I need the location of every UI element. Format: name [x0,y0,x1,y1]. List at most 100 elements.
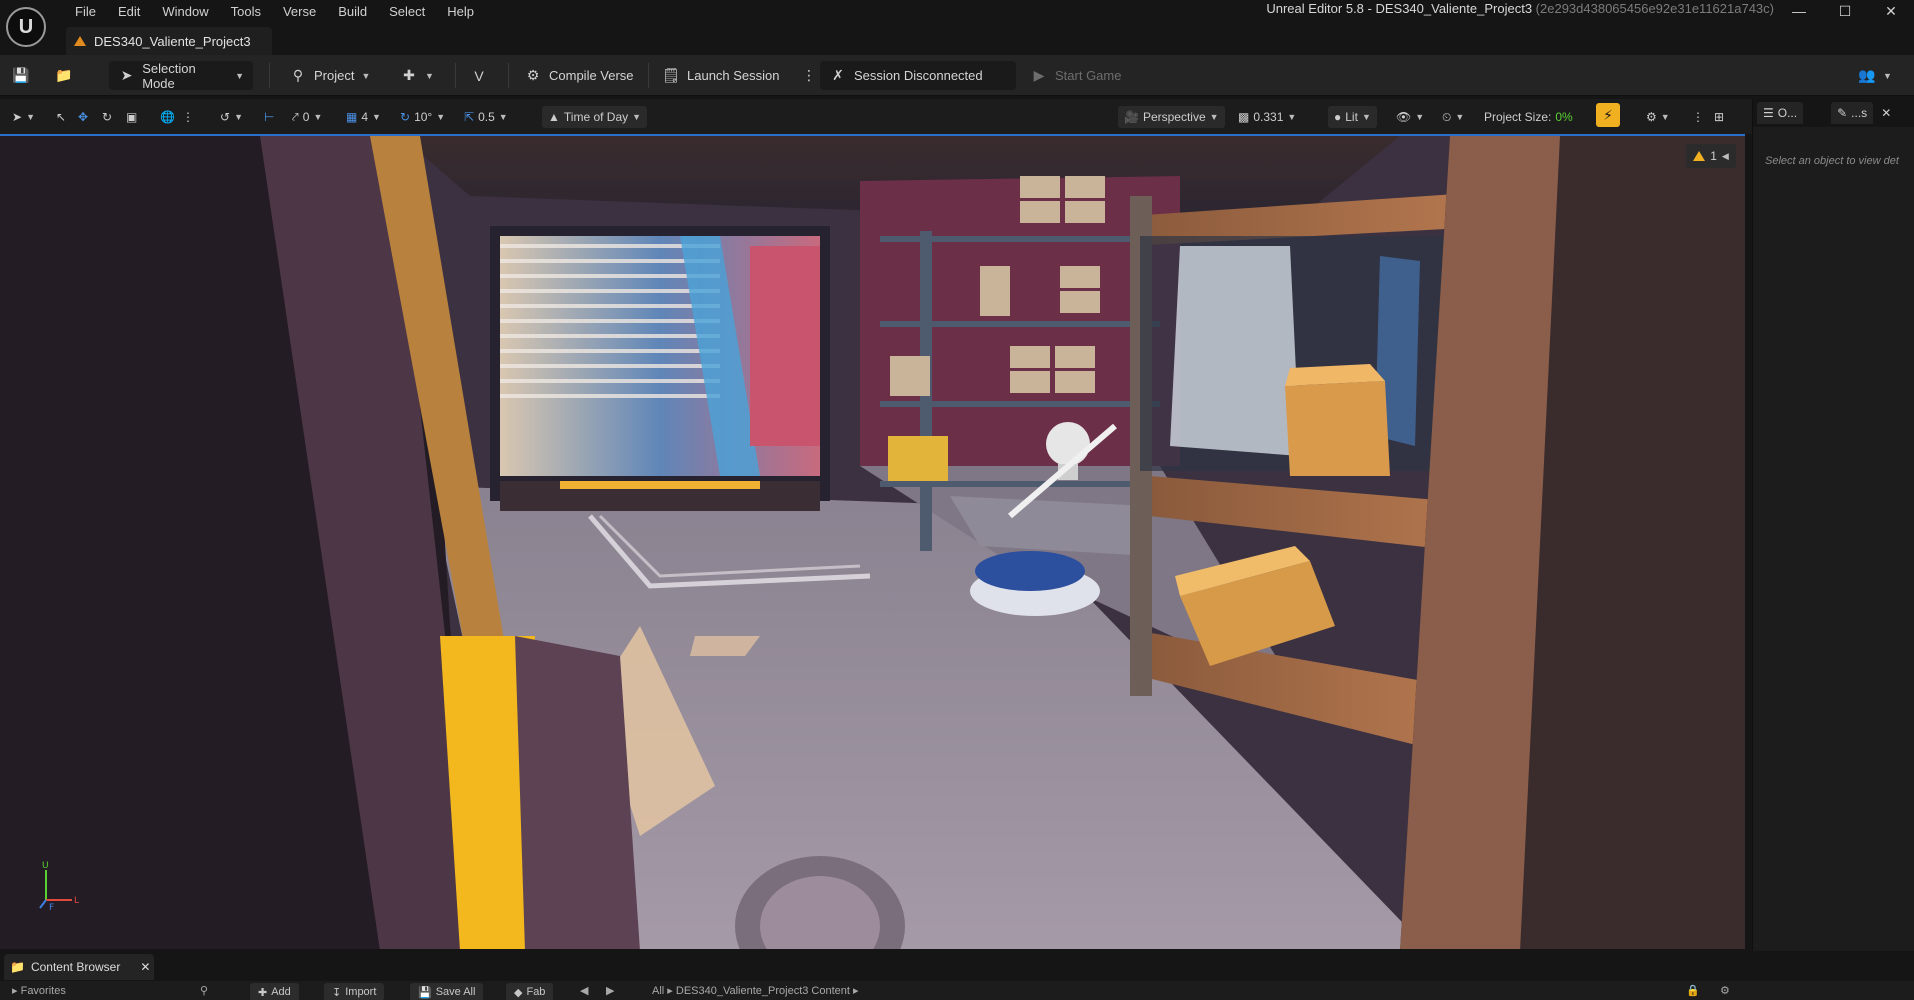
menu-bar: File Edit Window Tools Verse Build Selec… [64,3,485,21]
details-panel: ☰ O... ✎ ...s ✕ Select an object to view… [1752,99,1914,959]
scale-snap-dropdown[interactable]: ⇱ 0.5 ▼ [464,106,508,128]
disconnected-icon: ✗ [832,67,844,83]
perspective-label: Perspective [1142,110,1206,124]
history-forward-icon[interactable]: ▶ [606,984,614,997]
menu-tools[interactable]: Tools [220,3,272,21]
add-button[interactable]: ✚ Add [250,983,299,1000]
view-mode-dropdown[interactable]: ● Lit ▼ [1328,106,1377,128]
performance-dropdown[interactable]: ⏲ ▼ [1442,106,1464,128]
collaboration-button[interactable]: 👥 ▼ [1858,61,1892,90]
close-icon[interactable]: ✕ [1868,0,1914,22]
level-tab-icon [74,36,86,46]
menu-file[interactable]: File [64,3,107,21]
tab-content-browser[interactable]: 📁 Content Browser ✕ [4,954,154,980]
time-of-day-label: Time of Day [563,110,629,124]
scale-button[interactable]: ▣ [126,106,137,128]
start-game-label: Start Game [1055,68,1122,83]
menu-help[interactable]: Help [436,3,485,21]
lit-sphere-icon: ● [1334,110,1342,124]
history-back-icon[interactable]: ◀ [580,984,588,997]
time-of-day-dropdown[interactable]: ▲ Time of Day ▼ [542,106,648,128]
menu-window[interactable]: Window [151,3,219,21]
level-tab[interactable]: DES340_Valiente_Project3 [66,27,272,55]
browse-button[interactable]: 📁 [55,61,73,90]
move-button[interactable]: ✥ [78,106,88,128]
viewport-options-button[interactable]: ⋮ [1692,106,1704,128]
scale-snap-icon: ⇱ [464,110,475,124]
breadcrumb-all[interactable]: All [652,985,664,997]
mountain-icon: ▲ [548,110,560,124]
tab-details[interactable]: ✎ ...s [1831,102,1874,124]
menu-build[interactable]: Build [327,3,378,21]
perspective-dropdown[interactable]: 🎥 Perspective ▼ [1118,106,1225,128]
window-title-hash: (2e293d438065456e92e31e11621a743c) [1535,1,1774,16]
viewport-settings-dropdown[interactable]: ⚙ ▼ [1646,106,1670,128]
favorites-section[interactable]: ▸ Favorites [12,984,66,997]
more-options-button[interactable]: ⋮ [800,61,818,90]
select-button[interactable]: ↖ [56,106,66,128]
minimize-icon[interactable]: — [1776,0,1822,22]
gear-icon[interactable]: ⚙ [1720,984,1730,997]
grid-size-dropdown[interactable]: ▦ 4 ▼ [346,106,381,128]
lock-icon[interactable]: 🔒 [1686,984,1700,997]
unreal-logo-icon[interactable]: U [6,7,46,47]
import-button[interactable]: ↧ Import [324,983,385,1000]
menu-edit[interactable]: Edit [107,3,151,21]
save-all-label: Save All [435,986,476,998]
project-size-label: Project Size: [1484,110,1552,124]
chevron-down-icon: ▼ [632,112,642,122]
selection-mode-dropdown[interactable]: ➤ Selection Mode ▼ [109,61,253,91]
save-all-button[interactable]: 💾 Save All [410,983,484,1000]
chevron-down-icon: ▼ [235,70,244,81]
world-local-button[interactable]: 🌐 [160,106,175,128]
snap-icon: ⤤ [292,109,299,124]
camera-icon: 🎥 [1124,110,1139,124]
viewport-scene-image [0,136,1745,949]
rotation-snap-toggle[interactable]: ↺ ▼ [220,106,243,128]
camera-speed-dropdown[interactable]: ▩ 0.331 ▼ [1238,106,1296,128]
close-icon[interactable]: ✕ [140,960,150,974]
fab-button[interactable]: ◆ Fab [506,983,554,1000]
menu-select[interactable]: Select [378,3,436,21]
surface-snap-button[interactable]: ⊢ [264,106,274,128]
more-transform-button[interactable]: ⋮ [182,106,194,128]
chevron-down-icon: ▼ [425,70,434,81]
layout-grid-icon: ⊞ [1714,110,1725,124]
start-game-button[interactable]: ▶ Start Game [1030,61,1122,90]
rotation-snap-value[interactable]: ⤤ 0 ▼ [292,106,322,128]
realtime-toggle[interactable]: ⚡ [1596,103,1620,127]
close-tab-icon[interactable]: ✕ [1881,106,1891,120]
menu-verse[interactable]: Verse [272,3,327,21]
save-button[interactable]: 💾 [12,61,30,90]
project-dropdown[interactable]: ⚲ Project ▼ [289,61,371,90]
maximize-icon[interactable]: ☐ [1822,0,1868,22]
import-label: Import [345,986,377,998]
outliner-icon: ☰ [1763,106,1774,120]
save-icon: 💾 [12,67,30,83]
session-status[interactable]: ✗ Session Disconnected [820,61,1016,90]
axis-gizmo-icon: U L F [39,861,79,910]
launch-session-button[interactable]: 🗒 Launch Session [662,61,779,90]
content-browser-dock: 📁 Content Browser ✕ ▸ Favorites ⚲ ✚ Add … [0,951,1914,1000]
layout-button[interactable]: ⊞ [1714,106,1724,128]
window-controls: — ☐ ✕ [1776,0,1914,22]
add-content-button[interactable]: ✚ ▼ [400,61,434,90]
search-icon[interactable]: ⚲ [200,984,208,997]
tab-outliner[interactable]: ☰ O... [1757,102,1804,124]
kebab-menu-icon: ⋮ [182,110,194,124]
viewport-warning-badge[interactable]: 1 ◀ [1686,144,1736,168]
angle-snap-dropdown[interactable]: ↻ 10° ▼ [400,106,445,128]
rotation-snap-label: 0 [302,110,310,124]
show-flags-dropdown[interactable]: 👁 ▼ [1396,106,1424,128]
chevron-down-icon: ▼ [1660,112,1670,122]
compile-verse-button[interactable]: ⚙ Compile Verse [524,61,634,90]
breadcrumb-content[interactable]: DES340_Valiente_Project3 Content [676,985,850,997]
add-cube-icon: ✚ [403,67,415,83]
rotate-button[interactable]: ↻ [102,106,112,128]
transform-mode-dropdown[interactable]: ➤ ▼ [12,106,35,128]
realtime-icon: ⚡ [1596,103,1620,127]
project-size-value: 0% [1555,110,1573,124]
chevron-down-icon: ▼ [313,112,323,122]
level-viewport[interactable] [0,134,1745,949]
verse-button[interactable]: V [470,61,488,90]
